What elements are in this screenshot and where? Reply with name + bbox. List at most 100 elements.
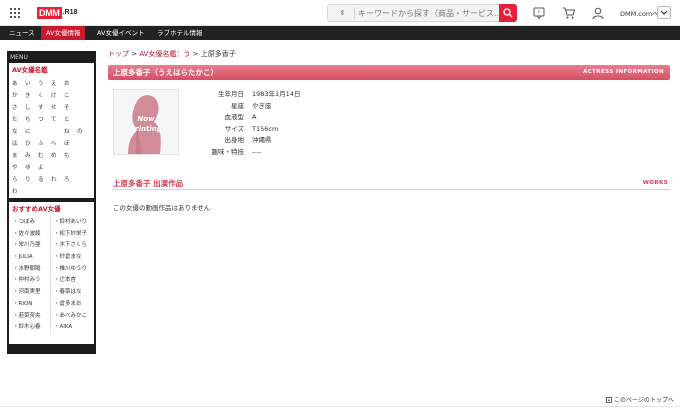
global-nav: ニュース AV女優情報 AV女優イベント ラブホテル情報 xyxy=(0,26,680,40)
nav-item-actress-info[interactable]: AV女優情報 xyxy=(41,26,86,40)
grid-menu-icon[interactable] xyxy=(10,8,20,18)
sidebar: MENU AV女優名鑑 あいうえおかきくけこさしすせそたちつてとなに ねのはひふへ… xyxy=(7,51,96,354)
kana-link[interactable]: み xyxy=(25,150,38,162)
profile-row: 出身地 沖縄県 xyxy=(196,135,300,147)
recommended-actress-link[interactable]: ・AIKA xyxy=(51,322,91,334)
kana-link[interactable]: り xyxy=(25,174,38,186)
kana-link[interactable]: め xyxy=(51,150,64,162)
kana-link[interactable]: ま xyxy=(12,150,25,162)
kana-link[interactable]: き xyxy=(25,90,38,102)
kana-link[interactable]: あ xyxy=(12,78,25,90)
kana-link[interactable]: け xyxy=(51,90,64,102)
kana-link[interactable]: も xyxy=(64,150,77,162)
kana-link[interactable]: い xyxy=(25,78,38,90)
recommended-actress-link[interactable]: ・木下さくら xyxy=(51,240,91,252)
breadcrumb-index[interactable]: AV女優名鑑：う xyxy=(139,50,190,58)
profile-row: サイズ T156cm xyxy=(196,124,300,136)
kana-link[interactable]: た xyxy=(12,114,25,126)
nav-item-news[interactable]: ニュース xyxy=(4,26,40,40)
breadcrumb: トップ > AV女優名鑑：う > 上原多香子 xyxy=(108,49,236,59)
recommended-actress-link[interactable]: ・若菜奈央 xyxy=(12,310,51,323)
dmm-logo[interactable]: DMM .R18 xyxy=(37,6,77,19)
breadcrumb-separator: > xyxy=(129,50,140,58)
svg-text:!: ! xyxy=(538,10,540,17)
search-category-select[interactable]: ⇕ xyxy=(331,7,355,19)
section-label: ACTRESS INFORMATION xyxy=(583,69,664,75)
kana-index-heading[interactable]: AV女優名鑑 xyxy=(12,65,91,76)
recommended-actress-link[interactable]: ・RION xyxy=(12,298,51,311)
nav-item-actress-event[interactable]: AV女優イベント xyxy=(92,26,149,40)
account-label[interactable]: DMM.comへ xyxy=(620,8,659,18)
kana-link[interactable]: ろ xyxy=(64,174,77,186)
nav-item-love-hotel[interactable]: ラブホテル情報 xyxy=(152,26,208,40)
actress-title-bar: 上原多香子（うえはらたかこ） ACTRESS INFORMATION xyxy=(108,65,670,80)
recommended-actress-link[interactable]: ・JULIA xyxy=(12,252,51,264)
recommended-actress-link[interactable]: ・鈴村あいり xyxy=(51,217,91,229)
notice-icon[interactable]: ! xyxy=(532,6,546,20)
menu-title: MENU xyxy=(10,54,28,61)
recommended-actress-link[interactable]: ・佐々波綾 xyxy=(12,228,51,241)
recommended-actress-link[interactable]: ・つぼみ xyxy=(12,217,51,229)
kana-link[interactable]: く xyxy=(38,90,51,102)
search-button[interactable] xyxy=(499,4,517,22)
kana-link xyxy=(77,162,90,174)
kana-link[interactable]: え xyxy=(51,78,64,90)
kana-link[interactable]: ひ xyxy=(25,138,38,150)
kana-link[interactable]: さ xyxy=(12,102,25,114)
kana-link xyxy=(77,138,90,150)
kana-link[interactable]: の xyxy=(77,126,90,138)
kana-link[interactable]: と xyxy=(64,114,77,126)
recommended-actress-link[interactable]: ・紗倉まな xyxy=(51,252,91,264)
user-icon[interactable] xyxy=(591,6,605,20)
recommended-actress-link[interactable]: ・栄川乃亜 xyxy=(12,240,51,253)
kana-link[interactable]: し xyxy=(25,102,38,114)
kana-link[interactable]: ふ xyxy=(38,138,51,150)
kana-link[interactable]: に xyxy=(25,126,38,138)
kana-link[interactable]: お xyxy=(64,78,77,90)
breadcrumb-home[interactable]: トップ xyxy=(108,50,129,58)
search-icon xyxy=(503,8,513,18)
kana-link[interactable]: す xyxy=(38,102,51,114)
kana-link[interactable]: せ xyxy=(51,102,64,114)
recommended-actress-link[interactable]: ・あべみかこ xyxy=(51,311,91,323)
logo-suffix: .R18 xyxy=(62,9,78,16)
recommended-actress-link[interactable]: ・仲村みう xyxy=(12,275,51,288)
profile-table: 生年月日 1983年1月14日 星座 やぎ座 血液型 A サイズ T156cm 出身地 沖縄県 趣味… xyxy=(196,89,301,158)
no-works-message: この女優の動画作品はありません xyxy=(113,204,211,212)
recommended-actress-link[interactable]: ・河南実里 xyxy=(12,287,51,299)
arrow-up-icon xyxy=(606,397,612,403)
recommended-actress-link[interactable]: ・松下紗栄子 xyxy=(51,229,91,241)
kana-link[interactable]: こ xyxy=(64,90,77,102)
recommended-actress-link[interactable]: ・水野朝陽 xyxy=(12,263,51,276)
kana-link[interactable]: れ xyxy=(51,174,64,186)
kana-link[interactable]: つ xyxy=(38,114,51,126)
kana-link[interactable]: や xyxy=(12,162,25,174)
kana-link[interactable]: わ xyxy=(12,186,25,198)
kana-link[interactable]: は xyxy=(12,138,25,150)
kana-link[interactable]: る xyxy=(38,174,51,186)
kana-link[interactable]: て xyxy=(51,114,64,126)
recommended-actress-link[interactable]: ・推川ゆうり xyxy=(51,264,91,276)
kana-link[interactable]: な xyxy=(12,126,25,138)
recommended-actress-link[interactable]: ・倉多まお xyxy=(51,299,91,311)
recommended-actress-link[interactable]: ・辻本杏 xyxy=(51,275,91,287)
kana-link[interactable]: ら xyxy=(12,174,25,186)
kana-link[interactable]: ゆ xyxy=(25,162,38,174)
kana-link[interactable]: か xyxy=(12,90,25,102)
kana-link[interactable]: へ xyxy=(51,138,64,150)
cart-icon[interactable] xyxy=(562,6,576,20)
kana-link[interactable]: ね xyxy=(64,126,77,138)
profile-row: 生年月日 1983年1月14日 xyxy=(196,89,300,101)
kana-link[interactable]: ほ xyxy=(64,138,77,150)
kana-link[interactable]: そ xyxy=(64,102,77,114)
kana-link[interactable]: よ xyxy=(38,162,51,174)
kana-link[interactable]: む xyxy=(38,150,51,162)
recommended-actress-link[interactable]: ・鈴木心春 xyxy=(12,322,51,334)
page-top-link[interactable]: このページのトップへ xyxy=(606,395,674,404)
kana-link[interactable]: ち xyxy=(25,114,38,126)
kana-link[interactable]: う xyxy=(38,78,51,90)
account-dropdown[interactable] xyxy=(657,6,671,19)
kana-link xyxy=(77,150,90,162)
recommended-actress-link[interactable]: ・春菜はな xyxy=(51,287,91,299)
search-input[interactable] xyxy=(358,5,498,21)
